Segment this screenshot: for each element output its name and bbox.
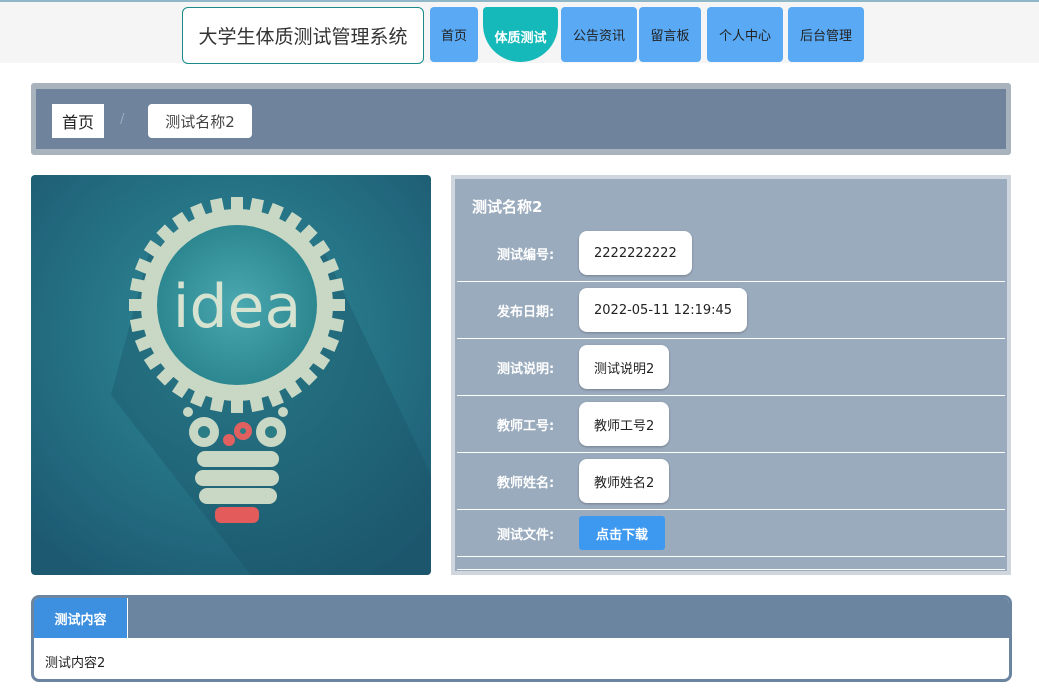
field-label: 测试文件:: [497, 527, 555, 543]
nav-admin[interactable]: 后台管理: [788, 7, 864, 62]
gear-tooth: [329, 299, 345, 311]
detail-row-description: 测试说明: 测试说明2: [457, 339, 1005, 396]
breadcrumb: 首页 / 测试名称2: [31, 83, 1011, 155]
gear-tooth: [231, 197, 243, 213]
divider: [457, 569, 1005, 570]
nav-user-center[interactable]: 个人中心: [707, 7, 783, 62]
test-content-text: 测试内容2: [45, 656, 106, 671]
field-label: 测试说明:: [497, 361, 555, 377]
breadcrumb-current: 测试名称2: [148, 104, 252, 138]
site-title[interactable]: 大学生体质测试管理系统: [182, 7, 424, 64]
field-label: 测试编号:: [497, 247, 555, 263]
gear-tooth: [129, 299, 145, 311]
breadcrumb-home-link[interactable]: 首页: [52, 104, 104, 138]
detail-row-publish-date: 发布日期: 2022-05-11 12:19:45: [457, 282, 1005, 339]
nav-physical-test[interactable]: 体质测试: [483, 7, 558, 62]
test-title: 测试名称2: [472, 198, 543, 216]
nav-home[interactable]: 首页: [430, 7, 478, 62]
download-button[interactable]: 点击下载: [579, 516, 665, 550]
breadcrumb-separator: /: [120, 112, 125, 127]
top-navigation-bar: 大学生体质测试管理系统 首页 体质测试 公告资讯 留言板 个人中心 后台管理: [0, 0, 1039, 64]
gear-tooth: [231, 397, 243, 413]
field-label: 教师工号:: [497, 418, 555, 434]
test-detail-panel: 测试名称2 测试编号: 2222222222 发布日期: 2022-05-11 …: [451, 175, 1011, 575]
nav-announcements[interactable]: 公告资讯: [561, 7, 637, 62]
test-cover-image: idea: [31, 175, 431, 575]
idea-text: idea: [173, 272, 301, 342]
field-value: 2022-05-11 12:19:45: [579, 288, 748, 332]
detail-row-test-id: 测试编号: 2222222222: [457, 225, 1005, 282]
detail-row-teacher-name: 教师姓名: 教师姓名2: [457, 453, 1005, 510]
idea-lightbulb-illustration: idea: [31, 175, 431, 575]
field-value: 教师姓名2: [579, 459, 670, 503]
tab-test-content[interactable]: 测试内容: [34, 598, 128, 638]
field-label: 发布日期:: [497, 304, 555, 320]
field-value: 测试说明2: [579, 345, 670, 389]
detail-row-teacher-id: 教师工号: 教师工号2: [457, 396, 1005, 453]
detail-row-test-file: 测试文件: 点击下载: [457, 510, 1005, 557]
field-value: 2222222222: [579, 231, 692, 275]
field-value: 教师工号2: [579, 402, 670, 446]
test-content-panel: 测试内容 测试内容2: [31, 595, 1012, 682]
field-label: 教师姓名:: [497, 475, 555, 491]
tab-header: 测试内容: [34, 598, 1009, 638]
nav-message-board[interactable]: 留言板: [639, 7, 701, 62]
